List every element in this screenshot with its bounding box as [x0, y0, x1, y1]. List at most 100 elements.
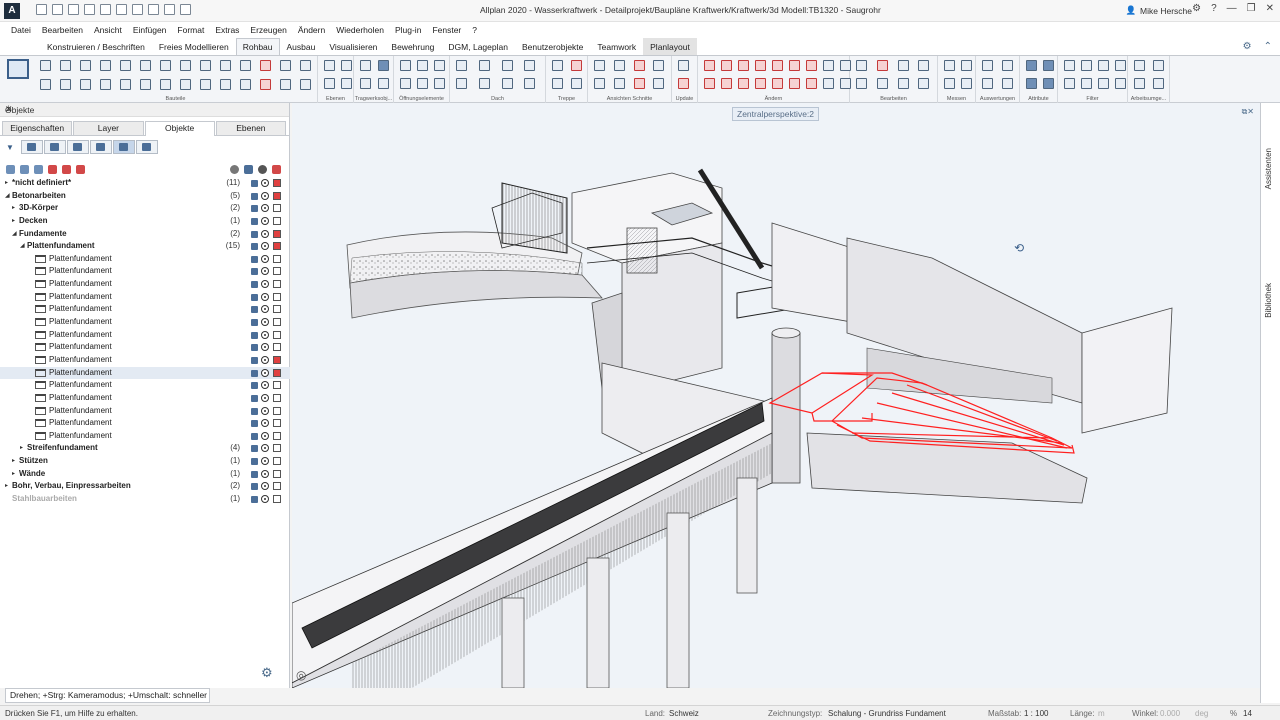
section-icon[interactable]: [613, 60, 625, 71]
expander-icon[interactable]: ▸: [12, 202, 15, 215]
user-account[interactable]: 👤 Mike Hersche: [1125, 5, 1192, 16]
window-icon[interactable]: [220, 60, 231, 71]
tree-node[interactable]: ◢ Betonarbeiten (5): [0, 190, 290, 203]
structure-columns-button[interactable]: [89, 140, 112, 154]
door-icon[interactable]: [240, 60, 251, 71]
selection-checkbox[interactable]: [273, 469, 281, 478]
selection-checkbox[interactable]: [273, 393, 281, 402]
visibility-eye-icon[interactable]: [261, 495, 269, 504]
stair-2-icon[interactable]: [180, 79, 191, 90]
zoom-icon[interactable]: [230, 165, 239, 174]
visibility-eye-icon[interactable]: [261, 305, 269, 314]
update-2-icon[interactable]: [678, 78, 689, 89]
niche-icon[interactable]: [300, 60, 311, 71]
opening-3-icon[interactable]: [417, 60, 428, 71]
visibility-eye-icon[interactable]: [261, 381, 269, 390]
visibility-icon[interactable]: [258, 165, 267, 174]
plane-icon[interactable]: [324, 60, 335, 71]
workspace-2-icon[interactable]: [1134, 78, 1145, 89]
move-icon[interactable]: [721, 60, 732, 71]
measure-2-icon[interactable]: [944, 78, 955, 89]
tree-leaf-item[interactable]: Plattenfundament: [0, 265, 290, 278]
settings-gear-icon[interactable]: ⚙: [1192, 3, 1201, 14]
filter-6-icon[interactable]: [1098, 78, 1109, 89]
edit-icon[interactable]: [84, 4, 95, 15]
viewport-window-controls[interactable]: ⧉✕: [1242, 107, 1254, 117]
visibility-eye-icon[interactable]: [261, 482, 269, 491]
visibility-eye-icon[interactable]: [261, 179, 269, 187]
tree-leaf-item[interactable]: Plattenfundament: [0, 379, 290, 392]
plane-2-icon[interactable]: [324, 78, 335, 89]
edit-4-icon[interactable]: [876, 78, 888, 89]
menu-einfuegen[interactable]: Einfügen: [133, 25, 167, 35]
expander-icon[interactable]: ◢: [12, 228, 17, 241]
foundation-2-icon[interactable]: [120, 79, 131, 90]
menu-plugin[interactable]: Plug-in: [395, 25, 421, 35]
room-icon[interactable]: [200, 60, 211, 71]
edit-6-icon[interactable]: [897, 78, 909, 89]
group-icon[interactable]: [34, 164, 43, 174]
select-icon[interactable]: [148, 4, 159, 15]
tab-planlayout[interactable]: Planlayout: [643, 38, 697, 55]
menu-fenster[interactable]: Fenster: [432, 25, 461, 35]
delete-2-icon[interactable]: [704, 78, 715, 89]
attribute-icon[interactable]: [1026, 60, 1037, 71]
visibility-eye-icon[interactable]: [261, 292, 269, 301]
maximize-icon[interactable]: ❐: [1247, 3, 1256, 14]
save-icon[interactable]: [68, 4, 79, 15]
niche-2-icon[interactable]: [300, 79, 311, 90]
tab-assistenten[interactable]: Assistenten: [1264, 148, 1273, 189]
foundation-icon[interactable]: [120, 60, 131, 71]
modify-2-icon[interactable]: [806, 78, 817, 89]
section-6-icon[interactable]: [653, 78, 665, 89]
opening-6-icon[interactable]: [434, 78, 445, 89]
redo-icon[interactable]: [132, 4, 143, 15]
refresh-icon[interactable]: [76, 164, 85, 174]
ribbon-settings-icon[interactable]: ⚙: [1243, 41, 1252, 52]
expand-icon[interactable]: [6, 164, 15, 174]
help-icon[interactable]: ?: [1211, 3, 1217, 14]
filter-5-icon[interactable]: [1098, 60, 1109, 71]
filter-3-icon[interactable]: [1081, 60, 1092, 71]
grid-icon[interactable]: [360, 60, 371, 71]
visibility-eye-icon[interactable]: [261, 419, 269, 428]
report-icon[interactable]: [982, 60, 993, 71]
visibility-eye-icon[interactable]: [261, 330, 269, 339]
structure-tags-button[interactable]: [135, 140, 158, 154]
chimney-icon[interactable]: [160, 60, 171, 71]
menu-erzeugen[interactable]: Erzeugen: [250, 25, 286, 35]
stretch-icon[interactable]: [755, 60, 766, 71]
copy-icon[interactable]: [721, 78, 732, 89]
menu-wiederholen[interactable]: Wiederholen: [336, 25, 384, 35]
section-3-icon[interactable]: [633, 60, 645, 71]
tree-leaf-item[interactable]: Plattenfundament: [0, 341, 290, 354]
navigation-icon[interactable]: ◎: [296, 668, 306, 682]
view-icon[interactable]: [594, 60, 605, 71]
menu-help[interactable]: ?: [472, 25, 477, 35]
new-file-icon[interactable]: [36, 4, 47, 15]
structure-objects-button[interactable]: [112, 140, 135, 154]
tab-benutzerobjekte[interactable]: Benutzerobjekte: [515, 38, 590, 55]
collapse-icon[interactable]: [20, 164, 29, 174]
selection-checkbox[interactable]: [273, 292, 281, 301]
tree-leaf-item[interactable]: Plattenfundament: [0, 417, 290, 430]
recess-icon[interactable]: [260, 60, 271, 71]
selection-checkbox[interactable]: [273, 318, 281, 327]
drawing-type-value[interactable]: Schalung - Grundriss Fundament: [828, 709, 946, 718]
report-3-icon[interactable]: [1001, 60, 1013, 71]
visibility-eye-icon[interactable]: [261, 242, 269, 251]
visibility-eye-icon[interactable]: [261, 343, 269, 352]
window-2-icon[interactable]: [220, 79, 231, 90]
mirror-icon[interactable]: [738, 78, 749, 89]
structure-layer-button[interactable]: [66, 140, 89, 154]
section-5-icon[interactable]: [653, 60, 665, 71]
visibility-eye-icon[interactable]: [261, 393, 269, 402]
workspace-3-icon[interactable]: [1152, 60, 1164, 71]
selection-checkbox[interactable]: [273, 216, 281, 225]
selection-checkbox[interactable]: [273, 406, 281, 415]
delete-entry-icon[interactable]: [48, 164, 57, 174]
stairs-4-icon[interactable]: [570, 78, 582, 89]
stairs-2-icon[interactable]: [552, 78, 563, 89]
selection-checkbox[interactable]: [273, 267, 281, 276]
percent-value[interactable]: 14: [1243, 709, 1252, 718]
